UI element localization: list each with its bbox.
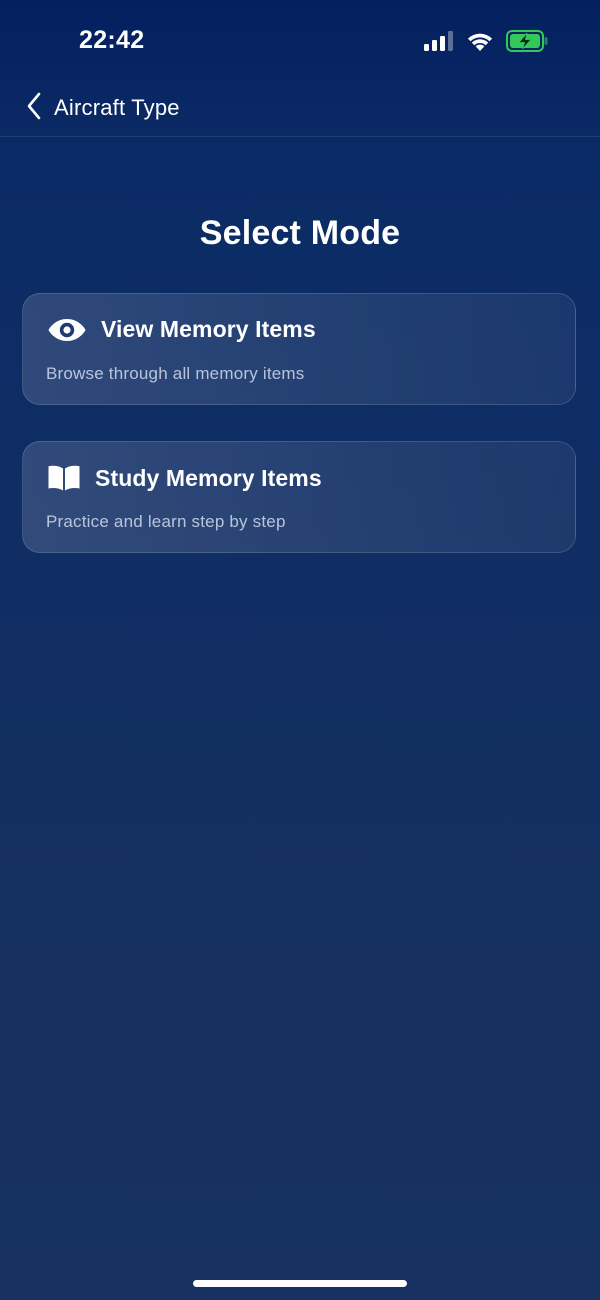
card-title-row: View Memory Items: [47, 316, 316, 343]
study-memory-items-card[interactable]: Study Memory Items Practice and learn st…: [22, 441, 576, 553]
back-label: Aircraft Type: [54, 95, 180, 120]
status-icons: [424, 29, 548, 53]
card-title: Study Memory Items: [95, 464, 322, 491]
wifi-icon: [466, 31, 494, 52]
card-subtitle: Browse through all memory items: [46, 364, 305, 383]
card-title-row: Study Memory Items: [47, 464, 322, 492]
eye-icon: [47, 317, 87, 343]
card-title: View Memory Items: [101, 316, 316, 342]
cellular-signal-icon: [424, 31, 454, 51]
status-time: 22:42: [79, 26, 145, 54]
view-memory-items-card[interactable]: View Memory Items Browse through all mem…: [22, 293, 576, 405]
page-title: Select Mode: [199, 214, 401, 252]
back-button[interactable]: Aircraft Type: [26, 90, 180, 126]
book-icon: [47, 464, 81, 492]
chevron-left-icon: [26, 92, 42, 125]
navigation-bar: Aircraft Type: [0, 80, 600, 137]
card-subtitle: Practice and learn step by step: [46, 512, 286, 531]
battery-charging-icon: [506, 30, 548, 52]
home-indicator[interactable]: [193, 1280, 407, 1287]
status-bar: 22:42: [0, 0, 600, 80]
